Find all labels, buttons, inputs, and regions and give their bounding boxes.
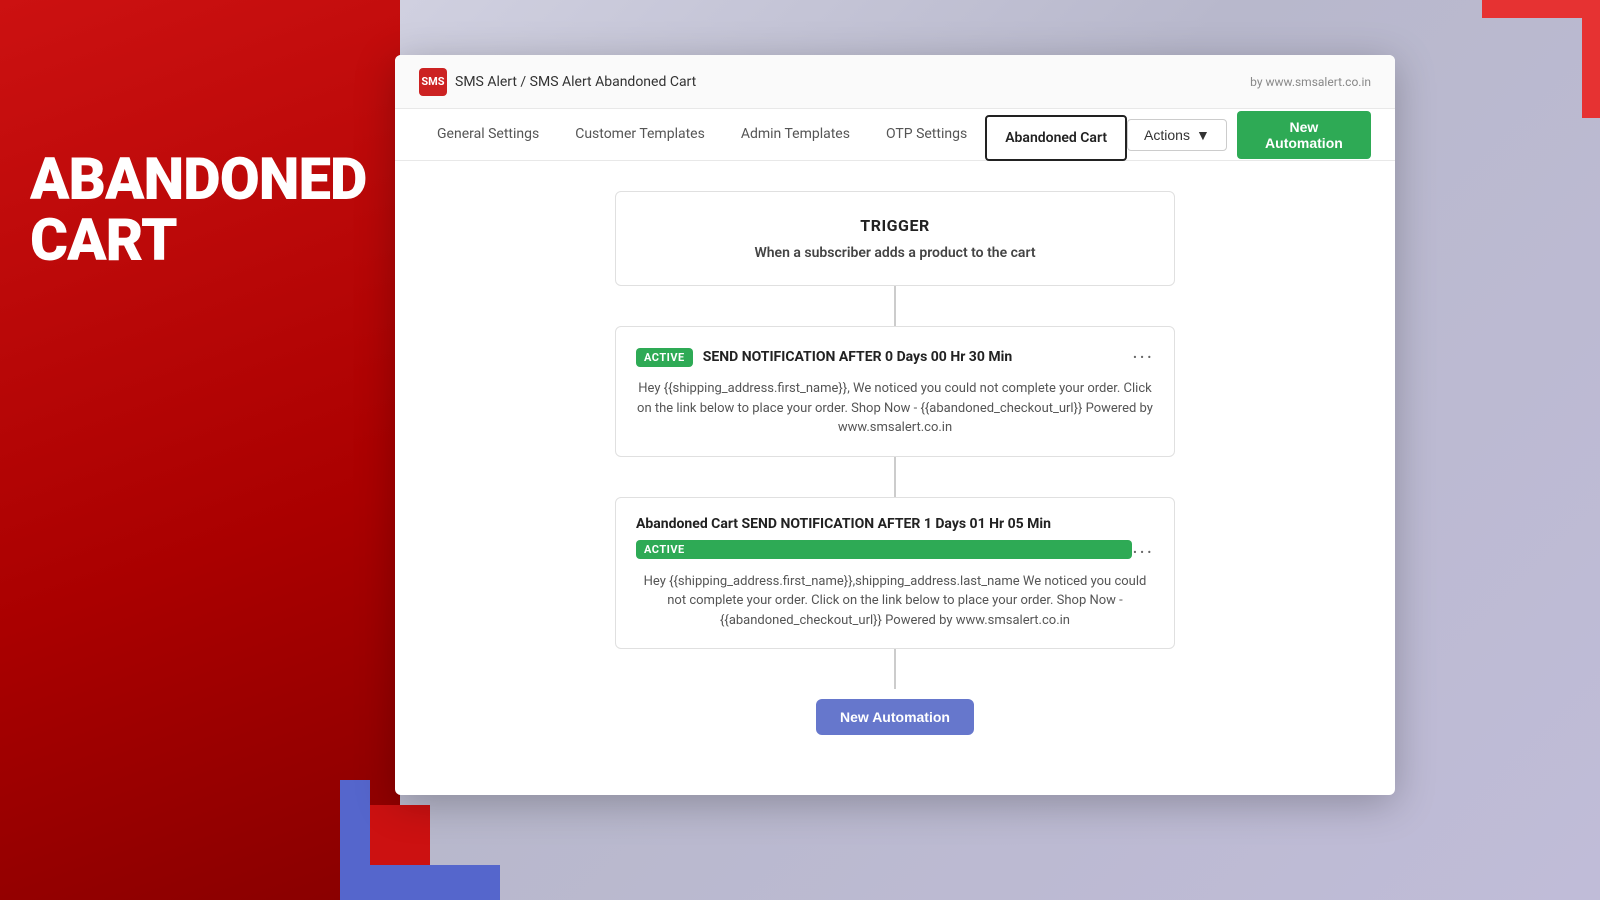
- automation-2-menu[interactable]: ···: [1132, 540, 1154, 564]
- logo-icon: SMS: [419, 68, 447, 96]
- actions-button[interactable]: Actions ▼: [1127, 119, 1227, 151]
- tab-customer-templates[interactable]: Customer Templates: [557, 110, 723, 162]
- tab-otp-settings[interactable]: OTP Settings: [868, 110, 985, 162]
- automation-1-title: SEND NOTIFICATION AFTER 0 Days 00 Hr 30 …: [703, 349, 1012, 365]
- deco-top-right: [1480, 0, 1600, 120]
- automation-1-menu[interactable]: ···: [1132, 345, 1154, 369]
- automation-1-header-left: ACTIVE SEND NOTIFICATION AFTER 0 Days 00…: [636, 348, 1012, 367]
- tab-admin-templates[interactable]: Admin Templates: [723, 110, 868, 162]
- nav-actions: Actions ▼ New Automation: [1127, 111, 1371, 159]
- app-window: SMS SMS Alert / SMS Alert Abandoned Cart…: [395, 55, 1395, 795]
- automation-2-badge-row: ACTIVE: [636, 540, 1132, 559]
- tab-general-settings[interactable]: General Settings: [419, 110, 557, 162]
- top-bar-left: SMS SMS Alert / SMS Alert Abandoned Cart: [419, 68, 696, 96]
- nav-tabs: General Settings Customer Templates Admi…: [395, 109, 1395, 161]
- active-badge-1: ACTIVE: [636, 348, 693, 367]
- trigger-card: TRIGGER When a subscriber adds a product…: [615, 191, 1175, 286]
- connector-3: [894, 649, 896, 689]
- tab-abandoned-cart[interactable]: Abandoned Cart: [985, 115, 1127, 161]
- automation-1-header: ACTIVE SEND NOTIFICATION AFTER 0 Days 00…: [636, 345, 1154, 369]
- automation-card-2: Abandoned Cart SEND NOTIFICATION AFTER 1…: [615, 497, 1175, 650]
- new-automation-footer-button[interactable]: New Automation: [816, 699, 974, 735]
- breadcrumb: SMS Alert / SMS Alert Abandoned Cart: [455, 74, 696, 90]
- automation-2-mid: ACTIVE ···: [636, 540, 1154, 564]
- new-automation-header-button[interactable]: New Automation: [1237, 111, 1371, 159]
- automation-2-top-title: Abandoned Cart SEND NOTIFICATION AFTER 1…: [636, 516, 1154, 532]
- connector-2: [894, 457, 896, 497]
- by-text: by www.smsalert.co.in: [1250, 75, 1371, 89]
- top-bar: SMS SMS Alert / SMS Alert Abandoned Cart…: [395, 55, 1395, 109]
- abandoned-cart-text: ABANDONED CART: [30, 150, 366, 272]
- automation-card-1: ACTIVE SEND NOTIFICATION AFTER 0 Days 00…: [615, 326, 1175, 457]
- trigger-title: TRIGGER: [640, 216, 1150, 235]
- blue-rect: [340, 780, 370, 900]
- trigger-subtitle: When a subscriber adds a product to the …: [640, 245, 1150, 261]
- active-badge-2: ACTIVE: [636, 540, 1132, 559]
- connector-1: [894, 286, 896, 326]
- blue-rect2: [370, 865, 500, 900]
- main-content: TRIGGER When a subscriber adds a product…: [395, 161, 1395, 795]
- chevron-down-icon: ▼: [1196, 127, 1210, 143]
- red-rect: [370, 805, 430, 865]
- automation-1-body: Hey {{shipping_address.first_name}}, We …: [636, 379, 1154, 438]
- automation-2-body: Hey {{shipping_address.first_name}},ship…: [636, 572, 1154, 631]
